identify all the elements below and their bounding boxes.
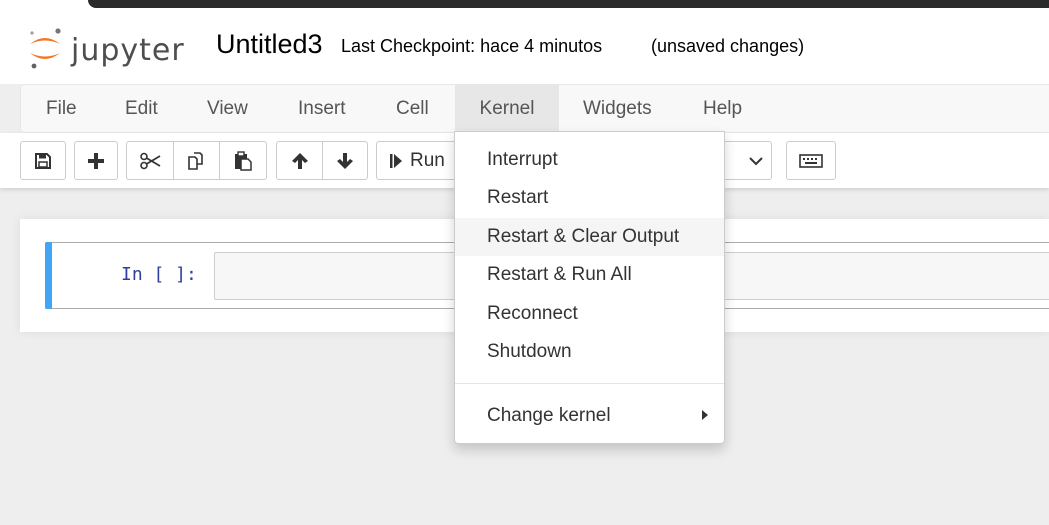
arrow-up-icon xyxy=(291,152,308,169)
input-prompt: In [ ]: xyxy=(121,264,197,285)
notebook-header: jupyter Untitled3 Last Checkpoint: hace … xyxy=(0,14,1049,84)
menu-widgets[interactable]: Widgets xyxy=(583,85,652,132)
cut-button[interactable] xyxy=(126,141,174,180)
menu-help[interactable]: Help xyxy=(703,85,742,132)
notebook-title[interactable]: Untitled3 xyxy=(216,29,323,60)
arrow-down-icon xyxy=(337,152,353,169)
copy-button[interactable] xyxy=(173,141,220,180)
caret-right-icon xyxy=(702,410,708,420)
plus-icon xyxy=(88,152,104,169)
menu-item-interrupt[interactable]: Interrupt xyxy=(455,141,724,179)
menu-file[interactable]: File xyxy=(46,85,77,132)
menu-item-restart-clear-output[interactable]: Restart & Clear Output xyxy=(455,218,724,256)
paste-icon xyxy=(235,150,252,171)
command-palette-button[interactable] xyxy=(786,141,836,180)
autosave-status: (unsaved changes) xyxy=(651,36,805,56)
menu-cell[interactable]: Cell xyxy=(396,85,429,132)
change-kernel-label: Change kernel xyxy=(487,405,611,426)
browser-top-strip xyxy=(0,0,1049,14)
move-up-button[interactable] xyxy=(276,141,323,180)
copy-icon xyxy=(187,151,203,170)
jupyter-logo[interactable]: jupyter xyxy=(26,24,196,72)
menu-view[interactable]: View xyxy=(207,85,248,132)
kernel-dropdown-menu: Interrupt Restart Restart & Clear Output… xyxy=(454,131,725,444)
menu-item-restart[interactable]: Restart xyxy=(455,179,724,217)
save-button[interactable] xyxy=(20,141,66,180)
keyboard-icon xyxy=(799,153,823,168)
step-forward-icon xyxy=(390,153,402,168)
menu-bar: File Edit View Insert Cell Kernel Widget… xyxy=(20,84,1049,133)
chevron-down-icon xyxy=(749,157,763,166)
logo-wordmark: jupyter xyxy=(71,33,185,68)
browser-chrome-edge xyxy=(88,0,1049,8)
save-icon xyxy=(35,152,51,169)
menu-item-reconnect[interactable]: Reconnect xyxy=(455,295,724,333)
jupyter-logo-icon xyxy=(30,28,61,69)
checkpoint-status: Last Checkpoint: hace 4 minutos xyxy=(341,36,603,56)
run-button-label: Run xyxy=(410,149,445,171)
scissors-icon xyxy=(140,152,161,169)
menu-divider xyxy=(455,383,724,384)
menu-kernel[interactable]: Kernel xyxy=(455,85,559,132)
menu-edit[interactable]: Edit xyxy=(125,85,158,132)
paste-button[interactable] xyxy=(219,141,267,180)
run-button[interactable]: Run xyxy=(376,141,466,180)
menu-item-change-kernel[interactable]: Change kernel xyxy=(455,397,724,435)
cell-type-select[interactable] xyxy=(724,141,772,180)
insert-cell-button[interactable] xyxy=(74,141,118,180)
menu-item-shutdown[interactable]: Shutdown xyxy=(455,333,724,371)
move-down-button[interactable] xyxy=(322,141,368,180)
menu-item-restart-run-all[interactable]: Restart & Run All xyxy=(455,256,724,294)
menu-insert[interactable]: Insert xyxy=(298,85,346,132)
selected-cell-indicator xyxy=(45,242,52,309)
